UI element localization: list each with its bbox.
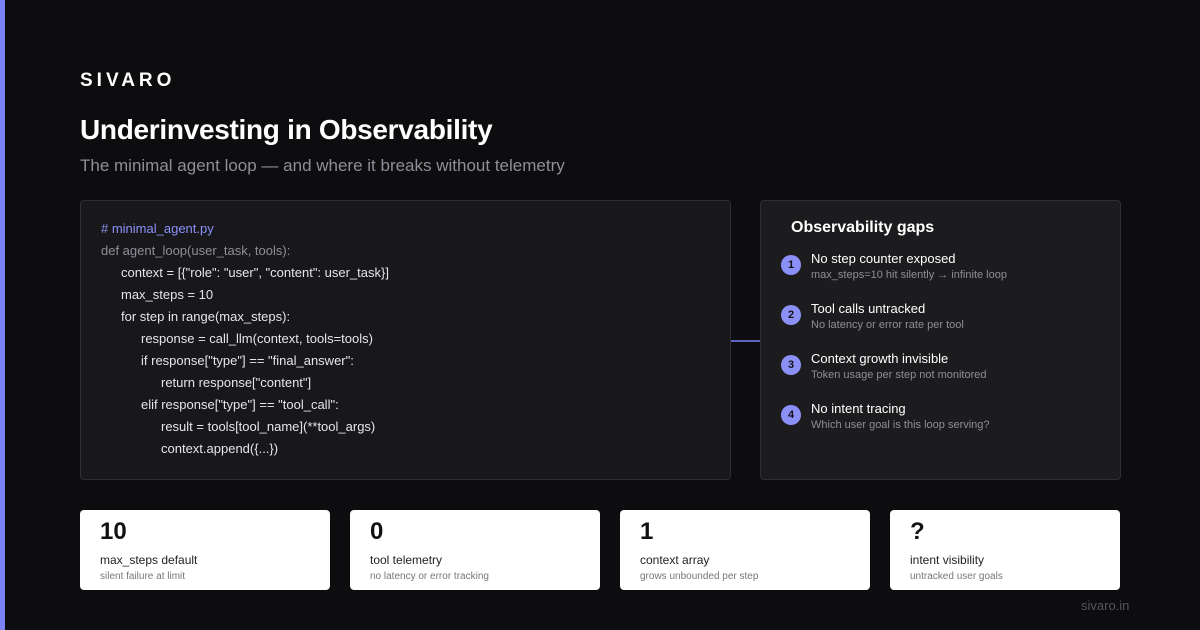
code-line: if response["type"] == "final_answer": <box>141 353 354 368</box>
code-line: context = [{"role": "user", "content": u… <box>121 265 389 280</box>
stat-label: tool telemetry <box>370 553 443 567</box>
stat-value: 10 <box>100 518 127 545</box>
brand-logo: SIVARO <box>80 70 176 91</box>
gap-title: Context growth invisible <box>811 351 949 366</box>
code-line: context.append({...}) <box>161 441 279 456</box>
stat-value: ? <box>910 518 925 545</box>
gaps-title: Observability gaps <box>791 219 935 236</box>
gap-item: 4 No intent tracing Which user goal is t… <box>781 401 1100 451</box>
accent-bar <box>0 0 5 630</box>
stat-value: 1 <box>640 518 654 545</box>
arrow-connector-icon <box>731 337 769 345</box>
code-panel: # minimal_agent.py def agent_loop(user_t… <box>80 200 731 480</box>
observability-gaps-panel: Observability gaps 1 No step counter exp… <box>760 200 1121 480</box>
code-line: elif response["type"] == "tool_call": <box>141 397 339 412</box>
stat-label: intent visibility <box>910 553 985 567</box>
stat-value: 0 <box>370 518 384 545</box>
stat-card: ? intent visibility untracked user goals <box>890 510 1120 590</box>
gap-title: Tool calls untracked <box>811 301 926 316</box>
code-line: result = tools[tool_name](**tool_args) <box>161 419 376 434</box>
gap-item: 3 Context growth invisible Token usage p… <box>781 351 1100 401</box>
stat-card: 0 tool telemetry no latency or error tra… <box>350 510 600 590</box>
stat-card: 1 context array grows unbounded per step <box>620 510 870 590</box>
code-line: def agent_loop(user_task, tools): <box>101 243 291 258</box>
gap-item: 2 Tool calls untracked No latency or err… <box>781 301 1100 351</box>
gap-number-badge: 3 <box>781 355 801 375</box>
gap-number-badge: 2 <box>781 305 801 325</box>
stat-description: untracked user goals <box>910 571 1003 582</box>
stat-card: 10 max_steps default silent failure at l… <box>80 510 330 590</box>
code-line: # minimal_agent.py <box>101 221 214 236</box>
gap-number-badge: 1 <box>781 255 801 275</box>
slide: SIVARO Underinvesting in Observability T… <box>0 0 1200 630</box>
stat-description: grows unbounded per step <box>640 571 759 582</box>
code-line: response = call_llm(context, tools=tools… <box>141 331 373 346</box>
stat-label: context array <box>640 553 710 567</box>
stat-description: silent failure at limit <box>100 571 186 582</box>
gap-title: No step counter exposed <box>811 251 956 266</box>
gap-description: max_steps=10 hit silently → infinite loo… <box>811 269 1007 281</box>
stat-description: no latency or error tracking <box>370 571 489 582</box>
gap-number-badge: 4 <box>781 405 801 425</box>
footer-link[interactable]: sivaro.in <box>1081 598 1129 613</box>
stat-label: max_steps default <box>100 553 198 567</box>
code-line: max_steps = 10 <box>121 287 214 302</box>
gap-title: No intent tracing <box>811 401 906 416</box>
gap-description: No latency or error rate per tool <box>811 319 964 331</box>
code-line: return response["content"] <box>161 375 312 390</box>
page-title: Underinvesting in Observability <box>80 114 493 145</box>
code-line: for step in range(max_steps): <box>121 309 291 324</box>
gap-description: Which user goal is this loop serving? <box>811 419 990 431</box>
page-subtitle: The minimal agent loop — and where it br… <box>80 156 565 175</box>
gap-item: 1 No step counter exposed max_steps=10 h… <box>781 251 1100 301</box>
gap-description: Token usage per step not monitored <box>811 369 987 381</box>
